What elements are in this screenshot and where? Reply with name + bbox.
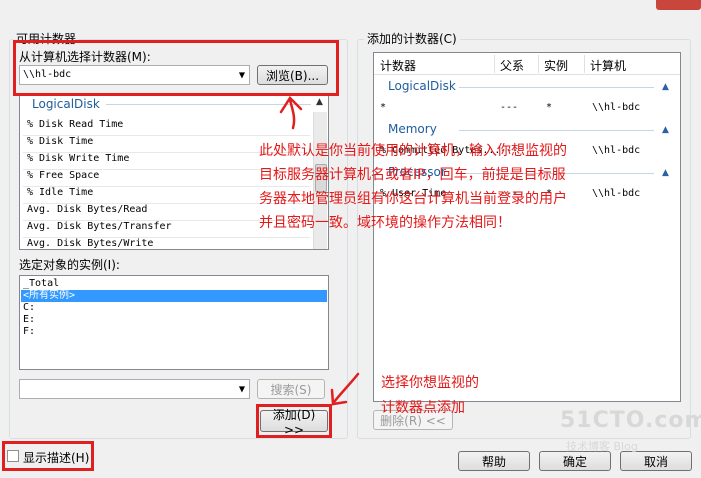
annotation-arrows [279,96,360,406]
arrow-down-left [330,372,360,406]
note1-line: 此处默认是你当前使用的计算机，输入你想监视的 [259,143,567,159]
note1-line: 目标服务器计算机名或者IP，回车，前提是目标服 [259,167,566,183]
annotation-note-2: 选择你想监视的 计数器点添加 [381,371,479,421]
note2-line: 选择你想监视的 [381,375,479,391]
annotation-note-1: 此处默认是你当前使用的计算机，输入你想监视的 目标服务器计算机名或者IP，回车，… [259,139,619,235]
note1-line: 务器本地管理员组有你这台计算机当前登录的用户 [259,191,567,207]
arrow-up [279,96,303,130]
note2-line: 计数器点添加 [381,400,465,416]
note1-line: 并且密码一致。域环境的操作方法相同！ [259,215,511,231]
